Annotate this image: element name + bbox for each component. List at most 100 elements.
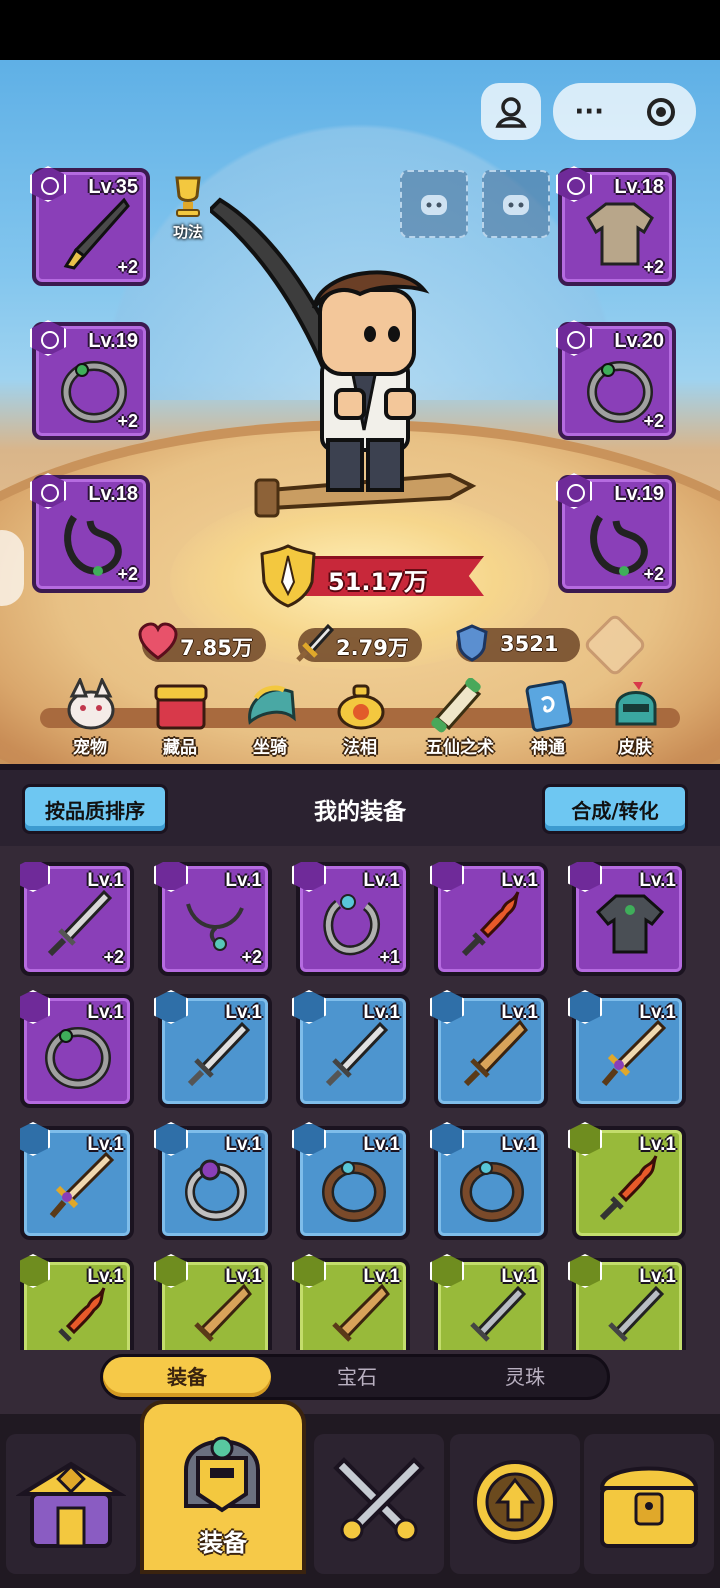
- tab-gem[interactable]: 宝石: [273, 1357, 441, 1397]
- item-enhance: +2: [103, 947, 124, 967]
- user-avatar-button[interactable]: [481, 83, 541, 140]
- menu-label: 宠物: [73, 738, 107, 758]
- upgrade-arrow-icon: [473, 1460, 557, 1544]
- inventory-item[interactable]: Lv.1: [292, 990, 410, 1108]
- menu-shentong[interactable]: 神通: [508, 676, 588, 764]
- nav-home[interactable]: [6, 1434, 136, 1574]
- item-enhance: +1: [379, 947, 400, 967]
- inventory-item[interactable]: Lv.1: [430, 1254, 548, 1350]
- helmet-icon: [615, 682, 657, 726]
- inventory-item[interactable]: Lv.1: [20, 990, 134, 1108]
- more-icon[interactable]: ···: [574, 97, 604, 127]
- item-level: Lv.1: [639, 1266, 676, 1287]
- menu-mount[interactable]: 坐骑: [230, 676, 310, 764]
- inventory-item[interactable]: Lv.1: [292, 1122, 410, 1240]
- inventory-item[interactable]: Lv.1 +2: [20, 862, 134, 976]
- ring-icon: [45, 1027, 111, 1089]
- side-pull-tab[interactable]: [0, 530, 24, 606]
- helmet-icon: [184, 1436, 260, 1513]
- miniprogram-capsule: ···: [553, 83, 696, 140]
- book-icon: [525, 680, 573, 732]
- menu-collection[interactable]: 藏品: [140, 676, 220, 764]
- inventory-header: 按品质排序 我的装备 合成/转化: [0, 770, 720, 846]
- item-level: Lv.1: [501, 1134, 538, 1155]
- inventory-item[interactable]: Lv.1: [568, 1254, 686, 1350]
- inventory-item[interactable]: Lv.1: [154, 1122, 272, 1240]
- menu-skin[interactable]: 皮肤: [595, 676, 675, 764]
- inventory-item[interactable]: Lv.1: [154, 990, 272, 1108]
- inventory-item[interactable]: Lv.1 +1: [292, 862, 410, 976]
- equipment-grid: Lv.1 +2 Lv.1 +2 Lv.1 +1 Lv.1 Lv.1 Lv.1 L…: [20, 862, 700, 1350]
- menu-label: 藏品: [163, 738, 197, 758]
- menu-label: 皮肤: [618, 738, 652, 758]
- flame-sword-icon: [599, 1155, 658, 1221]
- menu-five-immortals[interactable]: 五仙之术: [415, 676, 505, 764]
- flame-sword-icon: [461, 891, 520, 957]
- slot-enhance: +2: [643, 257, 664, 277]
- hero-character: [207, 190, 490, 534]
- tab-equipment[interactable]: 装备: [103, 1357, 271, 1397]
- bottom-nav: 装备: [0, 1400, 720, 1588]
- scroll-icon: [431, 678, 482, 733]
- nav-upgrade[interactable]: [450, 1434, 580, 1574]
- empty-pet-slot[interactable]: [482, 170, 550, 238]
- inventory-panel: 按品质排序 我的装备 合成/转化 Lv.1 +2 Lv.1 +2 Lv.1 +1…: [0, 764, 720, 1414]
- inventory-item[interactable]: Lv.1 +2: [154, 862, 272, 976]
- sword-icon: [470, 1285, 527, 1342]
- tab-pearl[interactable]: 灵珠: [441, 1357, 609, 1397]
- nav-equipment-label: 装备: [199, 1529, 247, 1557]
- item-level: Lv.1: [87, 1134, 124, 1155]
- sword-icon: [296, 623, 334, 662]
- slot-enhance: +2: [643, 411, 664, 431]
- equipped-necklace-slot-right[interactable]: Lv.19 +2: [556, 473, 676, 593]
- inventory-item[interactable]: Lv.1: [20, 1254, 134, 1350]
- equipped-necklace-slot-left[interactable]: Lv.18 +2: [30, 473, 150, 593]
- slot-level: Lv.18: [614, 176, 664, 198]
- nav-equipment[interactable]: 装备: [140, 1400, 306, 1574]
- sword-icon: [608, 1285, 665, 1342]
- slot-level: Lv.20: [614, 330, 664, 352]
- equipped-armor-slot[interactable]: Lv.18 +2: [556, 166, 676, 286]
- status-bar: [0, 0, 720, 60]
- defense-stat: 3521: [456, 624, 580, 662]
- equipped-ring-slot-right[interactable]: Lv.20 +2: [556, 320, 676, 440]
- item-level: Lv.1: [501, 870, 538, 891]
- mount-icon: [248, 685, 296, 725]
- inventory-item[interactable]: Lv.1: [292, 1254, 410, 1350]
- close-miniprogram-icon[interactable]: [646, 97, 675, 126]
- slot-enhance: +2: [117, 564, 138, 584]
- inventory-item[interactable]: Lv.1: [20, 1122, 134, 1240]
- item-level: Lv.1: [87, 1002, 124, 1023]
- inventory-item[interactable]: Lv.1: [568, 862, 686, 976]
- heart-icon: [138, 622, 178, 660]
- defense-value: 3521: [500, 632, 559, 656]
- equipped-weapon-slot[interactable]: Lv.35 +2: [30, 166, 150, 286]
- item-level: Lv.1: [501, 1002, 538, 1023]
- merge-convert-button[interactable]: 合成/转化: [542, 784, 688, 834]
- attack-value: 2.79万: [336, 636, 409, 660]
- combat-power: 51.17万: [258, 542, 488, 608]
- inventory-item[interactable]: Lv.1: [154, 1254, 272, 1350]
- menu-faxiang[interactable]: 法相: [320, 676, 400, 764]
- item-level: Lv.1: [225, 1134, 262, 1155]
- slot-level: Lv.19: [614, 483, 664, 505]
- item-enhance: +2: [241, 947, 262, 967]
- slot-level: Lv.19: [88, 330, 138, 352]
- hp-stat: 7.85万: [138, 622, 266, 662]
- menu-pet[interactable]: 宠物: [50, 676, 130, 764]
- item-level: Lv.1: [363, 870, 400, 891]
- sword-icon: [187, 1021, 251, 1087]
- nav-treasure[interactable]: [584, 1434, 714, 1574]
- inventory-item[interactable]: Lv.1: [430, 862, 548, 976]
- treasure-chest-icon: [154, 684, 208, 730]
- inventory-item[interactable]: Lv.1: [568, 1122, 686, 1240]
- nav-battle[interactable]: [314, 1434, 444, 1574]
- inventory-item[interactable]: Lv.1: [430, 990, 548, 1108]
- inventory-item[interactable]: Lv.1: [430, 1122, 548, 1240]
- equipped-ring-slot-left[interactable]: Lv.19 +2: [30, 320, 150, 440]
- gongfa-button[interactable]: 功法: [158, 172, 218, 242]
- power-value: 51.17万: [328, 568, 428, 596]
- inventory-item[interactable]: Lv.1: [568, 990, 686, 1108]
- flame-sword-icon: [58, 1287, 106, 1342]
- slot-enhance: +2: [643, 564, 664, 584]
